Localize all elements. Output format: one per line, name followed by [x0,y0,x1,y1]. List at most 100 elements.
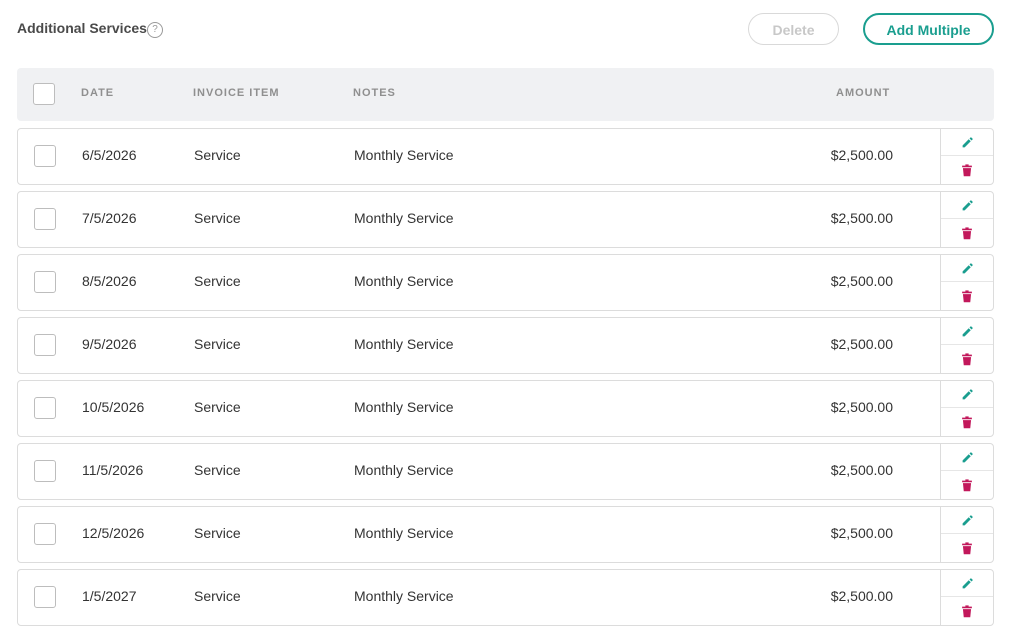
row-checkbox[interactable] [34,586,56,608]
row-checkbox[interactable] [34,334,56,356]
row-notes: Monthly Service [354,462,454,478]
row-invoice-item: Service [194,147,241,163]
edit-row-button[interactable] [941,570,993,597]
add-multiple-button[interactable]: Add Multiple [863,13,994,45]
column-header-date: DATE [81,87,115,99]
edit-row-button[interactable] [941,507,993,534]
trash-icon [961,479,973,492]
table-header: DATE INVOICE ITEM NOTES AMOUNT [17,68,994,121]
row-date: 6/5/2026 [82,147,137,163]
row-actions [940,129,993,184]
trash-icon [961,290,973,303]
row-amount: $2,500.00 [830,336,893,352]
delete-row-button[interactable] [941,157,993,184]
select-all-checkbox[interactable] [33,83,55,105]
delete-button[interactable]: Delete [748,13,839,45]
pencil-icon [961,388,974,401]
row-date: 11/5/2026 [82,462,144,478]
pencil-icon [961,262,974,275]
edit-row-button[interactable] [941,255,993,282]
row-checkbox[interactable] [34,397,56,419]
row-amount: $2,500.00 [830,588,893,604]
row-amount: $2,500.00 [830,462,893,478]
row-invoice-item: Service [194,336,241,352]
row-checkbox[interactable] [34,208,56,230]
table-row: 6/5/2026 Service Monthly Service $2,500.… [17,128,994,185]
column-header-invoice-item: INVOICE ITEM [193,87,280,99]
pencil-icon [961,577,974,590]
row-invoice-item: Service [194,525,241,541]
table-row: 11/5/2026 Service Monthly Service $2,500… [17,443,994,500]
row-invoice-item: Service [194,399,241,415]
table-row: 9/5/2026 Service Monthly Service $2,500.… [17,317,994,374]
row-checkbox[interactable] [34,523,56,545]
edit-row-button[interactable] [941,318,993,345]
row-amount: $2,500.00 [830,273,893,289]
row-actions [940,318,993,373]
help-icon[interactable]: ? [147,22,163,38]
trash-icon [961,227,973,240]
edit-row-button[interactable] [941,192,993,219]
row-notes: Monthly Service [354,210,454,226]
row-actions [940,444,993,499]
section-header: Additional Services ? Delete Add Multipl… [0,0,1011,60]
row-actions [940,192,993,247]
row-notes: Monthly Service [354,525,454,541]
table-row: 7/5/2026 Service Monthly Service $2,500.… [17,191,994,248]
pencil-icon [961,451,974,464]
table-row: 8/5/2026 Service Monthly Service $2,500.… [17,254,994,311]
row-actions [940,570,993,625]
row-date: 7/5/2026 [82,210,137,226]
delete-row-button[interactable] [941,220,993,247]
row-date: 10/5/2026 [82,399,145,415]
row-notes: Monthly Service [354,336,454,352]
edit-row-button[interactable] [941,444,993,471]
row-invoice-item: Service [194,210,241,226]
row-date: 1/5/2027 [82,588,137,604]
edit-row-button[interactable] [941,129,993,156]
row-amount: $2,500.00 [830,525,893,541]
section-title: Additional Services [17,20,147,36]
row-checkbox[interactable] [34,271,56,293]
row-amount: $2,500.00 [830,147,893,163]
row-invoice-item: Service [194,588,241,604]
pencil-icon [961,325,974,338]
service-rows: 6/5/2026 Service Monthly Service $2,500.… [17,128,994,632]
table-row: 12/5/2026 Service Monthly Service $2,500… [17,506,994,563]
pencil-icon [961,514,974,527]
delete-row-button[interactable] [941,409,993,436]
trash-icon [961,353,973,366]
delete-row-button[interactable] [941,598,993,625]
row-date: 12/5/2026 [82,525,145,541]
row-actions [940,255,993,310]
row-actions [940,381,993,436]
row-amount: $2,500.00 [830,399,893,415]
row-actions [940,507,993,562]
pencil-icon [961,199,974,212]
trash-icon [961,605,973,618]
trash-icon [961,164,973,177]
row-amount: $2,500.00 [830,210,893,226]
row-checkbox[interactable] [34,145,56,167]
trash-icon [961,542,973,555]
row-invoice-item: Service [194,273,241,289]
row-checkbox[interactable] [34,460,56,482]
row-date: 9/5/2026 [82,336,137,352]
delete-row-button[interactable] [941,283,993,310]
delete-row-button[interactable] [941,472,993,499]
row-date: 8/5/2026 [82,273,137,289]
column-header-notes: NOTES [353,87,396,99]
row-notes: Monthly Service [354,588,454,604]
delete-row-button[interactable] [941,535,993,562]
row-notes: Monthly Service [354,273,454,289]
pencil-icon [961,136,974,149]
row-notes: Monthly Service [354,399,454,415]
row-invoice-item: Service [194,462,241,478]
column-header-amount: AMOUNT [836,87,891,99]
table-row: 10/5/2026 Service Monthly Service $2,500… [17,380,994,437]
edit-row-button[interactable] [941,381,993,408]
table-row: 1/5/2027 Service Monthly Service $2,500.… [17,569,994,626]
row-notes: Monthly Service [354,147,454,163]
delete-row-button[interactable] [941,346,993,373]
trash-icon [961,416,973,429]
